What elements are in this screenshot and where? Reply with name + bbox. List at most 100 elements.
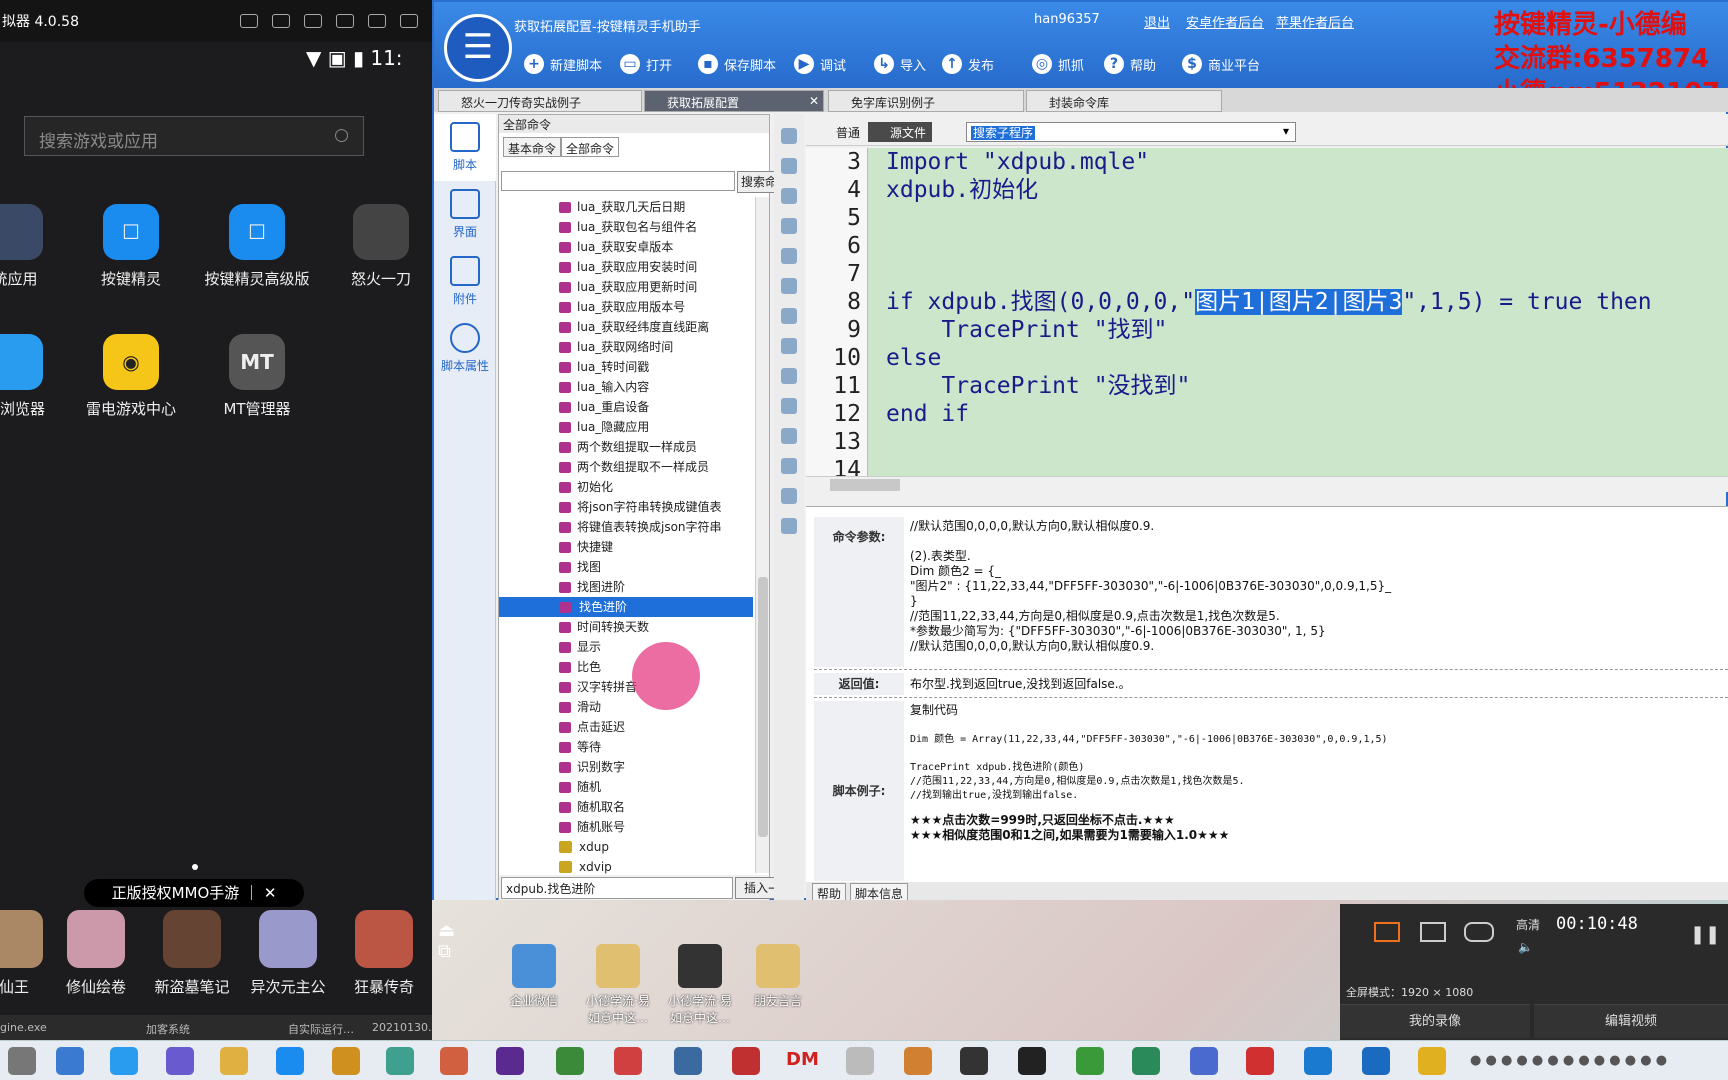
- app-search-input[interactable]: 搜索游戏或应用 ○: [24, 116, 364, 156]
- taskbar-app-icon[interactable]: [440, 1047, 468, 1075]
- taskbar-app-icon[interactable]: [8, 1047, 36, 1075]
- command-item[interactable]: lua_获取经纬度直线距离: [499, 317, 753, 337]
- app-anjian-pro[interactable]: ☐ 按键精灵高级版: [202, 204, 312, 289]
- goto-icon[interactable]: [781, 428, 797, 444]
- command-input[interactable]: xdpub.找色进阶: [501, 877, 733, 899]
- rail-ui[interactable]: 界面: [434, 181, 496, 248]
- command-item[interactable]: 等待: [499, 737, 753, 757]
- redo-icon[interactable]: [781, 398, 797, 414]
- taskbar-app-icon[interactable]: [56, 1047, 84, 1075]
- command-item[interactable]: lua_隐藏应用: [499, 417, 753, 437]
- command-item[interactable]: lua_转时间戳: [499, 357, 753, 377]
- command-item[interactable]: 时间转换天数: [499, 617, 753, 637]
- android-author-link[interactable]: 安卓作者后台: [1186, 12, 1264, 31]
- paste-icon[interactable]: [781, 278, 797, 294]
- apple-author-link[interactable]: 苹果作者后台: [1276, 12, 1354, 31]
- taskbar-app-icon[interactable]: [1362, 1047, 1390, 1075]
- promo-banner[interactable]: 正版授权MMO手游 ｜ ✕: [84, 879, 304, 907]
- tab-basic-commands[interactable]: 基本命令: [503, 137, 562, 157]
- capture-button[interactable]: ◎ 抓抓: [1032, 54, 1084, 74]
- taskbar-app-icon[interactable]: [1418, 1047, 1446, 1075]
- close-icon[interactable]: ✕: [809, 94, 819, 108]
- taskbar-app-icon[interactable]: [846, 1047, 874, 1075]
- command-group[interactable]: xdvip: [499, 857, 753, 877]
- code-editor[interactable]: 3 4 5 6 7 8 9 10 11 12 13 14 Import "xdpub.mqle" xd…: [806, 148, 1728, 483]
- taskbar-app-icon[interactable]: [1246, 1047, 1274, 1075]
- arrow-down-icon[interactable]: [781, 128, 797, 144]
- tab-nuhuo[interactable]: 怒火一刀传奇实战例子: [438, 90, 642, 112]
- tab-fontless[interactable]: 免字库识别例子: [828, 90, 1024, 112]
- open-button[interactable]: ▭ 打开: [620, 54, 672, 74]
- taskbar-app-icon[interactable]: [1018, 1047, 1046, 1075]
- dock-app[interactable]: 仙王: [0, 910, 58, 997]
- menu-icon[interactable]: [336, 14, 354, 28]
- account-icon[interactable]: [272, 14, 290, 28]
- desktop-icon[interactable]: 朋友言言: [742, 944, 814, 1009]
- command-item[interactable]: 两个数组提取不一样成员: [499, 457, 753, 477]
- dock-app[interactable]: 狂暴传奇: [340, 910, 428, 997]
- taskbar-app-icon[interactable]: [614, 1047, 642, 1075]
- taskbar-app-icon[interactable]: [1190, 1047, 1218, 1075]
- taskbar-app-icon[interactable]: [220, 1047, 248, 1075]
- command-item[interactable]: 随机取名: [499, 797, 753, 817]
- command-item[interactable]: 随机账号: [499, 817, 753, 837]
- command-item[interactable]: 快捷键: [499, 537, 753, 557]
- mode-source-button[interactable]: 源文件: [868, 122, 933, 142]
- command-item[interactable]: lua_获取几天后日期: [499, 197, 753, 217]
- arrow-up-icon[interactable]: [781, 158, 797, 174]
- taskbar-app-icon[interactable]: [166, 1047, 194, 1075]
- system-tray-icons[interactable]: ● ● ● ● ● ● ● ● ● ● ● ● ●: [1470, 1053, 1667, 1068]
- taskbar-app-icon[interactable]: [1132, 1047, 1160, 1075]
- dock-app[interactable]: 异次元主公: [244, 910, 332, 997]
- command-item[interactable]: 找色进阶: [499, 597, 753, 617]
- taskbar-app-icon[interactable]: [110, 1047, 138, 1075]
- taskbar-app-icon[interactable]: [1304, 1047, 1332, 1075]
- logout-link[interactable]: 退出: [1144, 12, 1170, 31]
- publish-button[interactable]: ↑ 发布: [942, 54, 994, 74]
- taskbar-app-icon[interactable]: [1076, 1047, 1104, 1075]
- command-item[interactable]: lua_获取应用版本号: [499, 297, 753, 317]
- command-item[interactable]: 将json字符串转换成键值表: [499, 497, 753, 517]
- uncomment-icon[interactable]: [781, 338, 797, 354]
- import-button[interactable]: ↳ 导入: [874, 54, 926, 74]
- undo-icon[interactable]: [781, 368, 797, 384]
- replace-icon[interactable]: [781, 488, 797, 504]
- command-item[interactable]: 找图: [499, 557, 753, 577]
- copy-code-link[interactable]: 复制代码: [910, 703, 958, 718]
- app-anjian[interactable]: ☐ 按键精灵: [76, 204, 186, 289]
- rail-attach[interactable]: 附件: [434, 248, 496, 315]
- mode-normal-button[interactable]: 普通: [814, 122, 866, 142]
- app-mt[interactable]: MT MT管理器: [202, 334, 312, 419]
- command-item[interactable]: 初始化: [499, 477, 753, 497]
- command-item[interactable]: 找图进阶: [499, 577, 753, 597]
- volume-icon[interactable]: 🔈: [1518, 940, 1533, 954]
- mail-icon[interactable]: [304, 14, 322, 28]
- screen-mode-icon[interactable]: [1374, 922, 1400, 942]
- taskbar-app-icon[interactable]: [674, 1047, 702, 1075]
- command-item[interactable]: lua_输入内容: [499, 377, 753, 397]
- app-logo-icon[interactable]: ☰: [444, 14, 512, 82]
- command-item[interactable]: lua_重启设备: [499, 397, 753, 417]
- command-item[interactable]: 汉字转拼音: [499, 677, 753, 697]
- command-item[interactable]: 滑动: [499, 697, 753, 717]
- command-item[interactable]: lua_获取网络时间: [499, 337, 753, 357]
- rail-props[interactable]: 脚本属性: [434, 315, 496, 382]
- my-recordings-button[interactable]: 我的录像: [1340, 1004, 1530, 1038]
- desktop-icon[interactable]: 企业微信: [498, 944, 570, 1009]
- display-icon[interactable]: ⏏ ⧉: [438, 920, 455, 962]
- desktop-icon[interactable]: 小德学流·易如意中这…: [582, 944, 654, 1026]
- command-item[interactable]: lua_获取应用更新时间: [499, 277, 753, 297]
- find-icon[interactable]: [781, 458, 797, 474]
- command-item[interactable]: 随机: [499, 777, 753, 797]
- quality-label[interactable]: 高清: [1516, 916, 1540, 933]
- restore-icon[interactable]: [368, 14, 386, 28]
- app-browser[interactable]: 并浏览器: [0, 334, 70, 419]
- taskbar-app-icon[interactable]: [732, 1047, 760, 1075]
- command-search-input[interactable]: [501, 171, 735, 191]
- app-nuhuo[interactable]: 怒火一刀: [326, 204, 436, 289]
- taskbar-app-icon[interactable]: [556, 1047, 584, 1075]
- taskbar-app-icon[interactable]: [496, 1047, 524, 1075]
- delete-icon[interactable]: [781, 188, 797, 204]
- debug-button[interactable]: ▶ 调试: [794, 54, 846, 74]
- window-mode-icon[interactable]: [1420, 922, 1446, 942]
